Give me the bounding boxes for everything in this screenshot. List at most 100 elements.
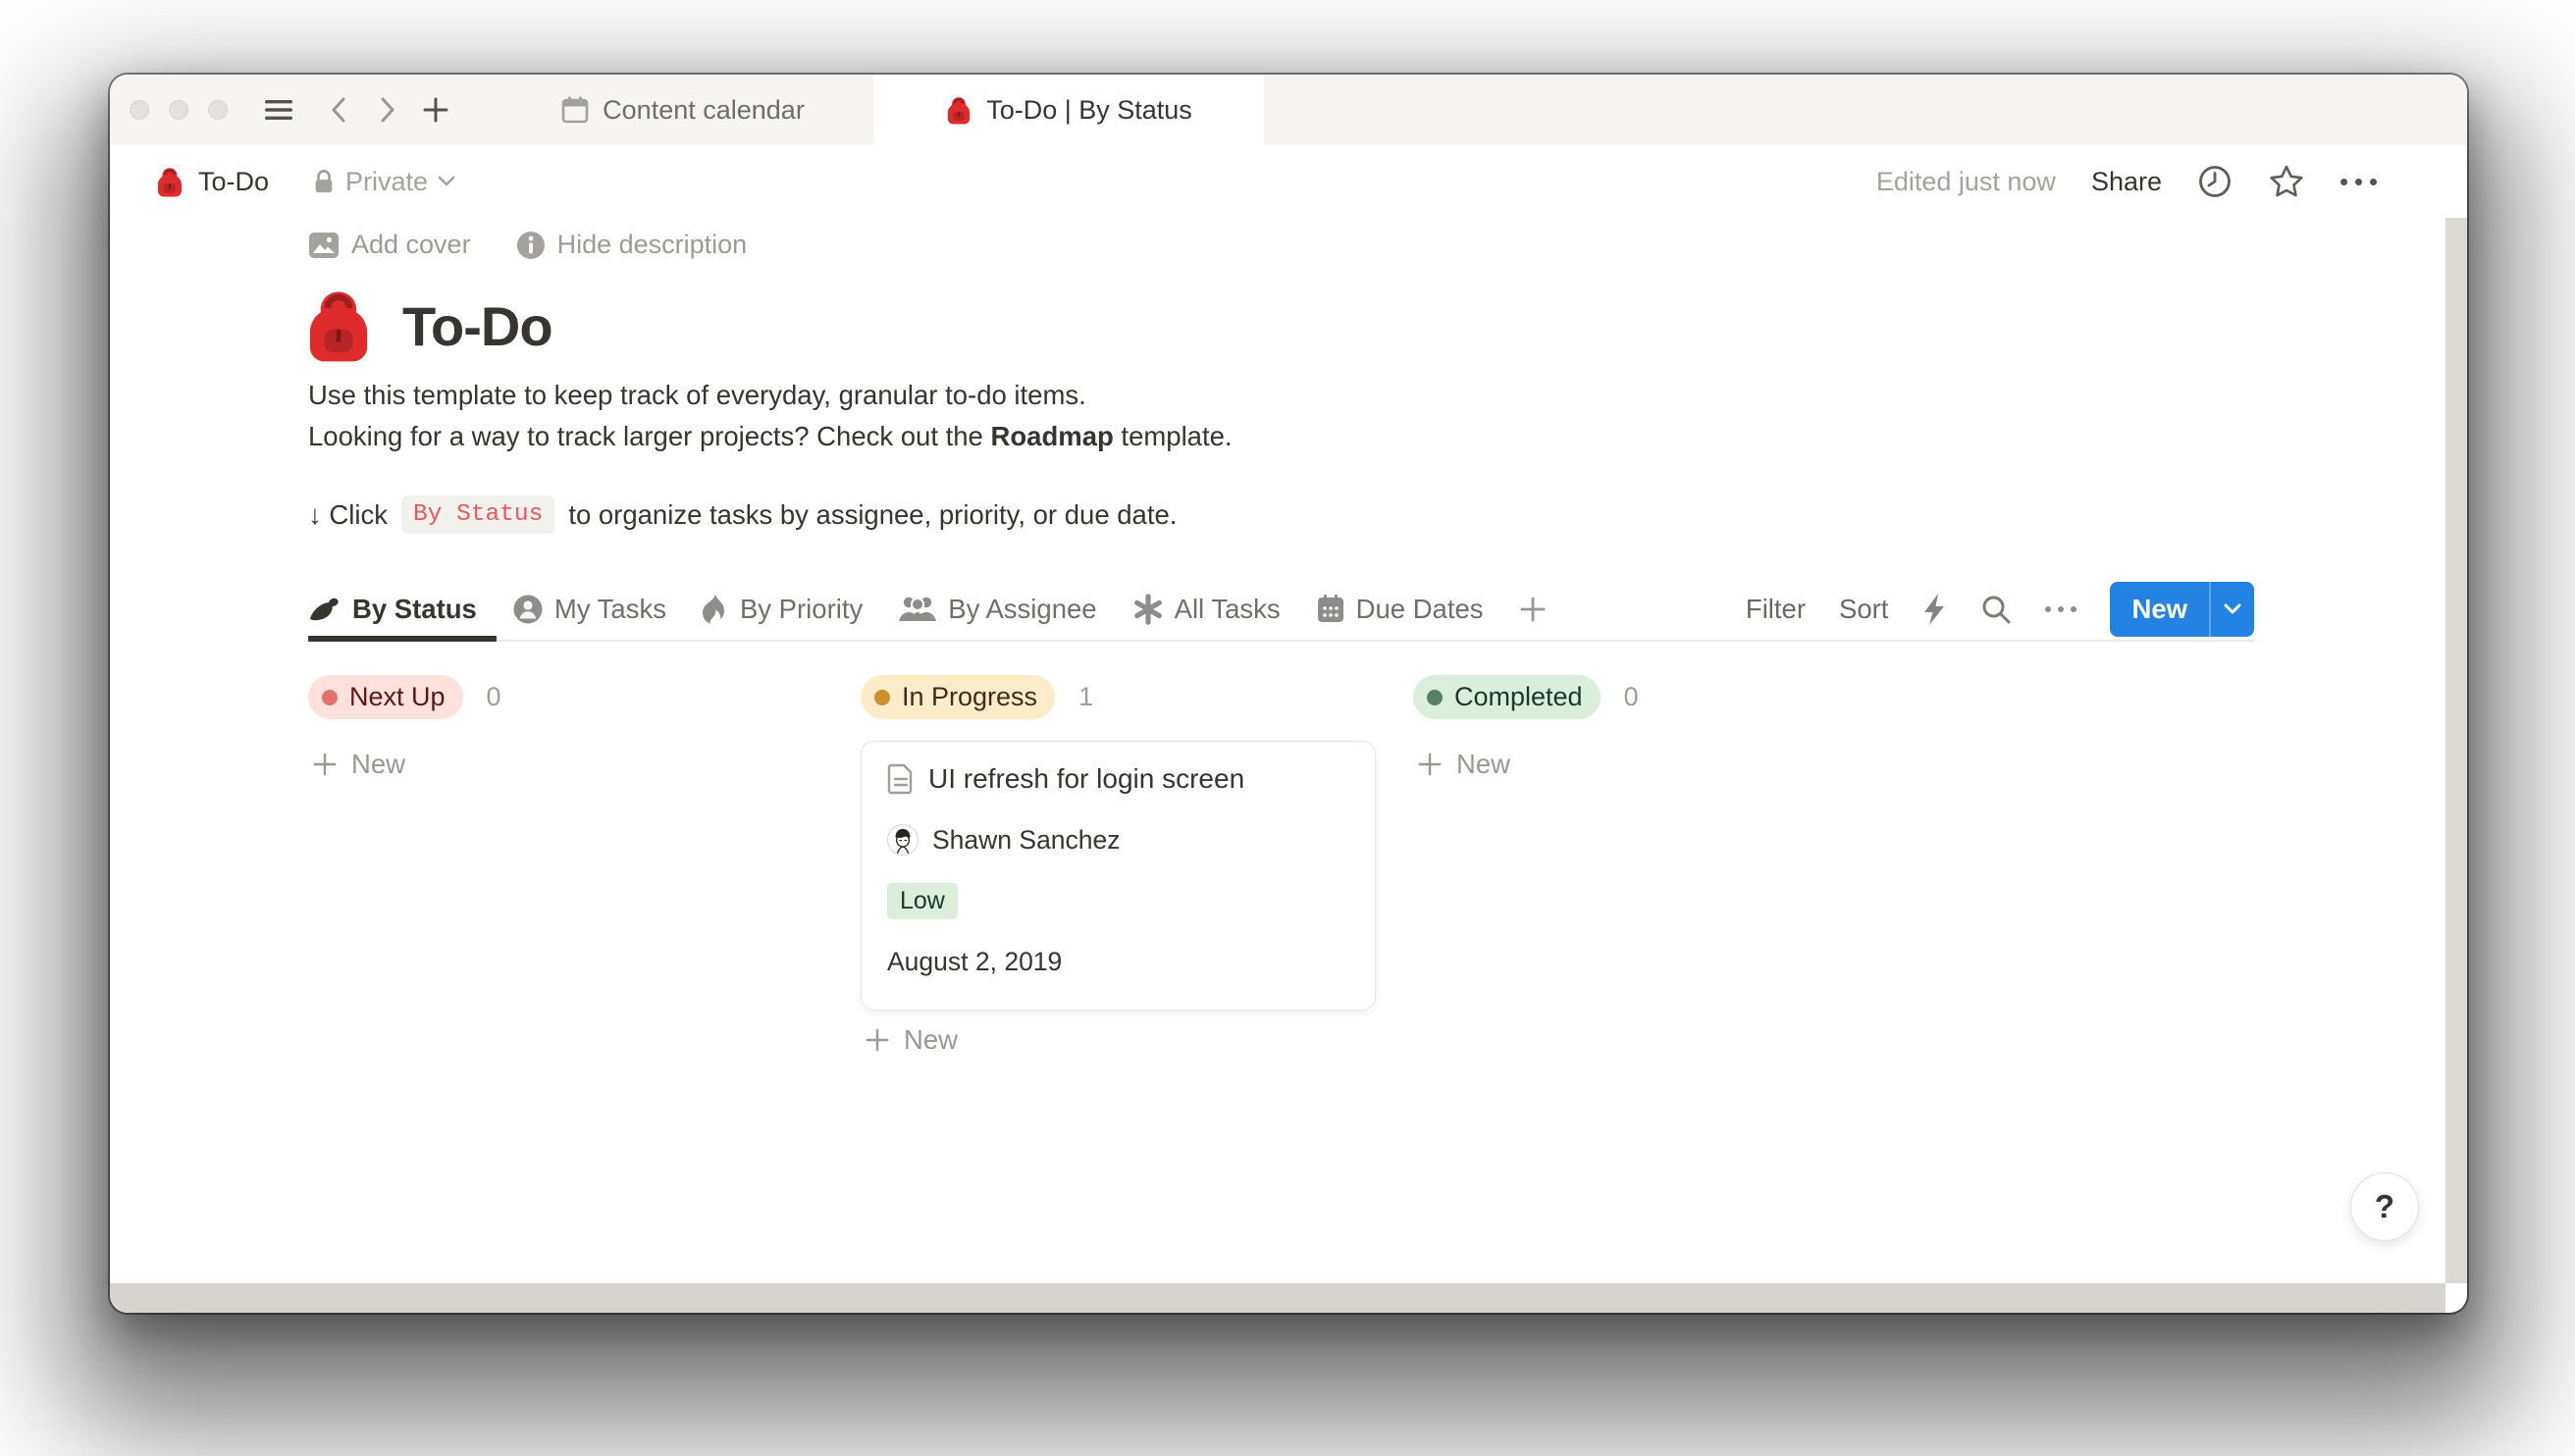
forward-icon[interactable] — [371, 75, 404, 145]
column-count: 0 — [487, 682, 501, 712]
column-header[interactable]: Completed 0 — [1413, 675, 1928, 719]
notion-window: Content calendar To-Do | By Status To-Do — [110, 75, 2467, 1313]
column-name: In Progress — [902, 682, 1037, 712]
page-title[interactable]: To-Do — [402, 294, 552, 358]
calendar-icon — [561, 95, 589, 125]
status-dot-icon — [322, 690, 338, 705]
tab-content-calendar[interactable]: Content calendar — [493, 75, 873, 145]
zoom-button[interactable] — [208, 100, 228, 120]
view-tab-all-tasks[interactable]: All Tasks — [1132, 594, 1281, 625]
status-dot-icon — [874, 690, 890, 705]
people-icon — [898, 595, 937, 624]
desktop-background: Content calendar To-Do | By Status To-Do — [0, 0, 2575, 1456]
card-title-row: UI refresh for login screen — [887, 763, 1349, 795]
view-tab-by-assignee[interactable]: By Assignee — [898, 594, 1096, 625]
view-tab-label: By Status — [352, 594, 477, 625]
task-card[interactable]: UI refresh for login screen Shawn Sanche… — [861, 741, 1376, 1011]
tab-label: Content calendar — [603, 95, 805, 126]
new-task-dropdown-button[interactable] — [2211, 582, 2254, 637]
board-column-in-progress: In Progress 1 UI refresh for login scree… — [861, 675, 1376, 1056]
lock-icon — [312, 168, 336, 195]
add-card-button[interactable]: New — [861, 1024, 1376, 1056]
assignee-name: Shawn Sanchez — [932, 825, 1121, 856]
view-tab-due-dates[interactable]: Due Dates — [1316, 594, 1484, 625]
help-button[interactable]: ? — [2350, 1172, 2419, 1241]
new-tab-plus-icon[interactable] — [416, 75, 455, 145]
roadmap-link: Roadmap — [991, 421, 1114, 451]
chevron-down-icon — [438, 176, 455, 187]
more-options-icon[interactable] — [2340, 179, 2377, 185]
column-name: Next Up — [349, 682, 446, 712]
flame-icon — [702, 594, 729, 625]
status-badge: Next Up — [308, 675, 463, 719]
back-icon[interactable] — [322, 75, 355, 145]
sort-button[interactable]: Sort — [1839, 594, 1888, 625]
add-view-button[interactable] — [1519, 596, 1547, 623]
description-line-1: Use this template to keep track of every… — [308, 380, 1086, 410]
add-card-button[interactable]: New — [1413, 749, 1928, 780]
tip-prefix: ↓ Click — [308, 499, 388, 531]
add-cover-label: Add cover — [351, 230, 471, 260]
close-button[interactable] — [130, 100, 149, 120]
backpack-emoji-icon — [945, 95, 972, 126]
calendar-icon — [1316, 594, 1345, 625]
view-tab-label: All Tasks — [1175, 594, 1281, 625]
share-button[interactable]: Share — [2091, 167, 2162, 197]
view-controls: Filter Sort New — [1746, 582, 2254, 637]
column-header[interactable]: Next Up 0 — [308, 675, 823, 719]
hide-description-button[interactable]: Hide description — [516, 230, 748, 260]
view-more-icon[interactable] — [2045, 606, 2076, 612]
privacy-label: Private — [345, 167, 428, 197]
view-toolbar: By Status My Tasks By Priority — [308, 579, 2254, 640]
image-icon — [308, 232, 340, 259]
hide-description-label: Hide description — [557, 230, 748, 260]
card-title: UI refresh for login screen — [928, 763, 1244, 795]
status-badge: In Progress — [861, 675, 1055, 719]
search-icon[interactable] — [1980, 594, 2012, 625]
board-view-icon — [308, 597, 342, 623]
new-task-button[interactable]: New — [2110, 582, 2209, 637]
vertical-scrollbar[interactable] — [2445, 218, 2467, 1283]
view-tab-label: My Tasks — [554, 594, 666, 625]
filter-button[interactable]: Filter — [1746, 594, 1806, 625]
window-tab-bar: Content calendar To-Do | By Status — [110, 75, 2467, 145]
add-cover-button[interactable]: Add cover — [308, 230, 471, 260]
page-description[interactable]: Use this template to keep track of every… — [308, 375, 1233, 457]
card-due-date: August 2, 2019 — [887, 947, 1349, 977]
view-tab-by-priority[interactable]: By Priority — [702, 594, 863, 625]
add-card-label: New — [904, 1024, 958, 1056]
privacy-selector[interactable]: Private — [312, 167, 455, 197]
info-icon — [516, 231, 546, 260]
view-tab-my-tasks[interactable]: My Tasks — [512, 594, 666, 625]
history-clock-icon[interactable] — [2197, 164, 2233, 199]
minimize-button[interactable] — [169, 100, 188, 120]
tip-line: ↓ Click By Status to organize tasks by a… — [308, 495, 1177, 534]
view-tab-label: By Assignee — [948, 594, 1096, 625]
card-assignee-row: Shawn Sanchez — [887, 824, 1349, 856]
breadcrumb[interactable]: To-Do — [198, 167, 269, 197]
column-header[interactable]: In Progress 1 — [861, 675, 1376, 719]
avatar — [887, 824, 919, 856]
toolbar-divider — [308, 640, 2254, 642]
plus-icon — [1417, 752, 1443, 777]
add-card-button[interactable]: New — [308, 749, 823, 780]
backpack-emoji-icon[interactable] — [302, 286, 375, 365]
page-header: To-Do Private Edited just now Share — [110, 145, 2467, 218]
status-badge: Completed — [1413, 675, 1601, 719]
add-card-label: New — [1456, 749, 1510, 780]
view-tab-label: Due Dates — [1356, 594, 1484, 625]
description-line-2: Looking for a way to track larger projec… — [308, 416, 1233, 457]
view-tab-label: By Priority — [740, 594, 863, 625]
edited-status: Edited just now — [1876, 167, 2056, 197]
horizontal-scrollbar[interactable] — [110, 1283, 2445, 1313]
lightning-icon[interactable] — [1921, 592, 1947, 627]
column-name: Completed — [1454, 682, 1583, 712]
view-tab-by-status[interactable]: By Status — [308, 594, 477, 625]
favorite-star-icon[interactable] — [2268, 164, 2305, 199]
page-controls: Add cover Hide description — [308, 230, 747, 260]
sidebar-menu-icon[interactable] — [259, 75, 298, 145]
tab-todo-by-status[interactable]: To-Do | By Status — [873, 75, 1264, 145]
tip-suffix: to organize tasks by assignee, priority,… — [568, 499, 1177, 531]
board-column-next-up: Next Up 0 New — [308, 675, 823, 780]
traffic-lights — [130, 100, 228, 120]
